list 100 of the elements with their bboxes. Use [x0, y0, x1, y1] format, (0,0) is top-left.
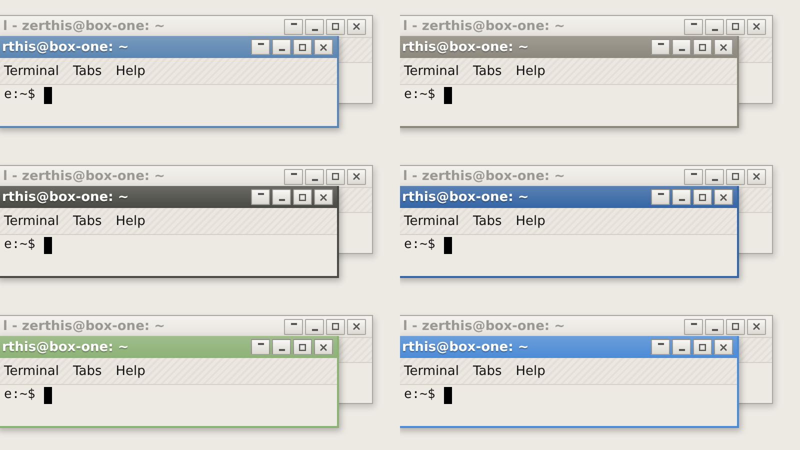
- window-title: l - zerthis@box-one: ~: [403, 19, 565, 34]
- shell-prompt: e:~$: [4, 86, 36, 104]
- maximize-button[interactable]: [293, 339, 312, 355]
- close-button[interactable]: [347, 318, 366, 334]
- maximize-button[interactable]: [693, 339, 712, 355]
- minimize-icon: [278, 199, 284, 201]
- shade-button[interactable]: [651, 39, 670, 55]
- close-button[interactable]: [747, 18, 766, 34]
- minimize-icon: [712, 328, 718, 330]
- maximize-icon: [332, 23, 339, 30]
- minimize-button[interactable]: [672, 39, 691, 55]
- shade-button[interactable]: [251, 339, 270, 355]
- maximize-button[interactable]: [726, 318, 745, 334]
- text-cursor: [44, 237, 52, 254]
- menu-item[interactable]: Help: [116, 64, 146, 78]
- menu-item[interactable]: Terminal: [4, 64, 59, 78]
- menu-item[interactable]: Help: [516, 64, 546, 78]
- menu-item[interactable]: Terminal: [404, 364, 459, 378]
- minimize-icon: [278, 349, 284, 351]
- close-button[interactable]: [314, 189, 333, 205]
- shell-prompt: e:~$: [404, 386, 436, 404]
- maximize-button[interactable]: [293, 189, 312, 205]
- menu-item[interactable]: Tabs: [72, 214, 102, 228]
- minimize-button[interactable]: [672, 189, 691, 205]
- close-icon: [320, 344, 327, 350]
- maximize-icon: [332, 323, 339, 330]
- minimize-button[interactable]: [705, 318, 724, 334]
- close-button[interactable]: [714, 339, 733, 355]
- window-title: rthis@box-one: ~: [2, 340, 129, 354]
- minimize-icon: [678, 349, 684, 351]
- maximize-button[interactable]: [326, 18, 345, 34]
- menu-item[interactable]: Terminal: [404, 64, 459, 78]
- minimize-button[interactable]: [272, 189, 291, 205]
- minimize-button[interactable]: [272, 339, 291, 355]
- shade-button[interactable]: [251, 39, 270, 55]
- minimize-icon: [278, 49, 284, 51]
- menu-item[interactable]: Tabs: [472, 364, 502, 378]
- maximize-button[interactable]: [726, 168, 745, 184]
- window-title: l - zerthis@box-one: ~: [403, 319, 565, 334]
- shade-button[interactable]: [651, 189, 670, 205]
- minimize-icon: [312, 178, 318, 180]
- shell-prompt: e:~$: [404, 86, 436, 104]
- menu-item[interactable]: Tabs: [72, 364, 102, 378]
- window-title: l - zerthis@box-one: ~: [403, 169, 565, 184]
- shade-button[interactable]: [284, 318, 303, 334]
- maximize-button[interactable]: [693, 189, 712, 205]
- text-cursor: [44, 87, 52, 104]
- maximize-icon: [299, 44, 306, 50]
- menu-item[interactable]: Terminal: [4, 364, 59, 378]
- close-icon: [353, 323, 360, 330]
- close-button[interactable]: [747, 318, 766, 334]
- minimize-button[interactable]: [272, 39, 291, 55]
- close-icon: [720, 344, 727, 350]
- close-button[interactable]: [314, 39, 333, 55]
- minimize-button[interactable]: [672, 339, 691, 355]
- text-cursor: [444, 87, 452, 104]
- window-title: rthis@box-one: ~: [2, 190, 129, 204]
- shade-button[interactable]: [284, 168, 303, 184]
- menu-item[interactable]: Tabs: [472, 214, 502, 228]
- close-button[interactable]: [347, 168, 366, 184]
- maximize-icon: [732, 23, 739, 30]
- menu-item[interactable]: Help: [516, 364, 546, 378]
- menu-item[interactable]: Tabs: [72, 64, 102, 78]
- maximize-button[interactable]: [326, 168, 345, 184]
- minimize-button[interactable]: [305, 168, 324, 184]
- menu-item[interactable]: Terminal: [404, 214, 459, 228]
- minimize-icon: [678, 49, 684, 51]
- maximize-button[interactable]: [693, 39, 712, 55]
- close-button[interactable]: [314, 339, 333, 355]
- close-icon: [353, 173, 360, 180]
- shade-button[interactable]: [684, 18, 703, 34]
- text-cursor: [444, 237, 452, 254]
- shade-button[interactable]: [651, 339, 670, 355]
- maximize-button[interactable]: [293, 39, 312, 55]
- menu-item[interactable]: Help: [516, 214, 546, 228]
- shade-button[interactable]: [284, 18, 303, 34]
- close-button[interactable]: [714, 39, 733, 55]
- close-button[interactable]: [714, 189, 733, 205]
- minimize-button[interactable]: [705, 168, 724, 184]
- window-title: rthis@box-one: ~: [402, 340, 529, 354]
- maximize-icon: [299, 344, 306, 350]
- shade-button[interactable]: [684, 318, 703, 334]
- close-button[interactable]: [747, 168, 766, 184]
- maximize-button[interactable]: [326, 318, 345, 334]
- minimize-button[interactable]: [705, 18, 724, 34]
- minimize-icon: [678, 199, 684, 201]
- maximize-button[interactable]: [726, 18, 745, 34]
- minimize-button[interactable]: [305, 18, 324, 34]
- menu-item[interactable]: Terminal: [4, 214, 59, 228]
- shell-prompt: e:~$: [4, 236, 36, 254]
- shade-button[interactable]: [684, 168, 703, 184]
- shade-button[interactable]: [251, 189, 270, 205]
- text-cursor: [444, 387, 452, 404]
- minimize-button[interactable]: [305, 318, 324, 334]
- menu-item[interactable]: Help: [116, 214, 146, 228]
- menu-item[interactable]: Help: [116, 364, 146, 378]
- minimize-icon: [712, 28, 718, 30]
- close-button[interactable]: [347, 18, 366, 34]
- menu-item[interactable]: Tabs: [472, 64, 502, 78]
- maximize-icon: [699, 44, 706, 50]
